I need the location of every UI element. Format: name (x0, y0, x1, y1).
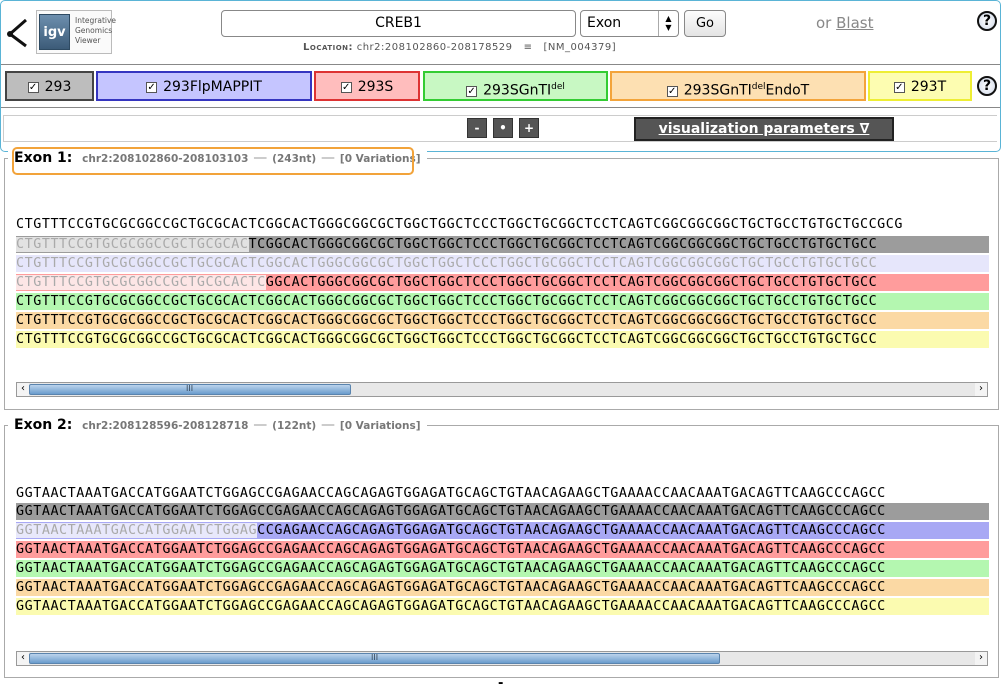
igv-logo-mark: igv (39, 14, 70, 50)
sample-label: 293T (910, 79, 947, 95)
covered-sequence: GGTAACTAAATGACCATGGAATCTGGAGCCGAGAACCAGC… (16, 599, 886, 614)
covered-sequence: CTGTTTCCGTGCGCGGCCGCTGCGCACTCGGCACTGGGCG… (16, 294, 878, 309)
sample-label: 293 (44, 79, 72, 95)
sample-label-suffix: EndoT (765, 82, 810, 99)
samples-help-icon[interactable]: ? (977, 76, 997, 96)
back-arrow-icon[interactable] (2, 16, 30, 50)
sample-label: 293S (357, 79, 394, 95)
covered-sequence: GGTAACTAAATGACCATGGAATCTGGAGCCGAGAACCAGC… (16, 561, 886, 576)
exon-2-reference-sequence: GGTAACTAAATGACCATGGAATCTGGAGCCGAGAACCAGC… (16, 486, 886, 501)
sample-toggle-5[interactable]: ✓ 293SGnTIdelEndoT (610, 71, 866, 101)
uncovered-sequence: CTGTTTCCGTGCGCGGCCGCTGCGCACTC (16, 275, 266, 290)
sample-sequence-row: GGTAACTAAATGACCATGGAATCTGGAGCCGAGAACCAGC… (16, 598, 989, 615)
divider-top (1, 64, 1000, 65)
logo-line-2: Genomics (75, 26, 113, 35)
covered-sequence: GGTAACTAAATGACCATGGAATCTGGAGCCGAGAACCAGC… (16, 504, 886, 519)
checkbox-checked-icon[interactable]: ✓ (466, 85, 478, 97)
grip-icon: III (371, 653, 379, 662)
scroll-right-icon[interactable]: › (975, 652, 987, 665)
sample-toggle-6[interactable]: ✓ 293T (868, 71, 972, 101)
covered-sequence: CTGTTTCCGTGCGCGGCCGCTGCGCACTCGGCACTGGGCG… (16, 332, 878, 347)
go-button[interactable]: Go (684, 10, 726, 37)
zoom-out-button[interactable]: - (467, 118, 487, 138)
covered-sequence: CTGTTTCCGTGCGCGGCCGCTGCGCACTCGGCACTGGGCG… (16, 313, 878, 328)
covered-sequence: CCGAGAACCAGCAGAGTGGAGATGCAGCTGTAACAGAAGC… (257, 523, 886, 538)
covered-sequence: GGTAACTAAATGACCATGGAATCTGGAGCCGAGAACCAGC… (16, 580, 886, 595)
location-line: Location: chr2:208102860-208178529 ≡ [NM… (303, 42, 616, 53)
checkbox-checked-icon[interactable]: ✓ (27, 82, 39, 93)
scroll-right-icon[interactable]: › (975, 383, 987, 396)
visualization-parameters-button[interactable]: visualization parameters ∇ (634, 117, 894, 141)
exon-2-label: Exon 2: (14, 417, 73, 433)
sample-label: 293SGnTI (483, 82, 552, 99)
scroll-left-icon[interactable]: ‹ (17, 652, 29, 665)
sample-sequence-row: CTGTTTCCGTGCGCGGCCGCTGCGCACTCGGCACTGGGCG… (16, 255, 989, 272)
exon-1-scrollbar[interactable]: ‹ III › (16, 382, 988, 397)
logo-line-3: Viewer (75, 36, 101, 45)
sample-sequence-row: CTGTTTCCGTGCGCGGCCGCTGCGCACTCGGCACTGGGCG… (16, 236, 989, 253)
sample-sequence-row: CTGTTTCCGTGCGCGGCCGCTGCGCACTCGGCACTGGGCG… (16, 331, 989, 348)
exon-2-coords: chr2:208128596-208128718 (82, 420, 249, 432)
or-text: or (816, 14, 832, 32)
exon-1-title-highlight (12, 147, 414, 175)
uncovered-sequence: CTGTTTCCGTGCGCGGCCGCTGCGCACTCGGCACTGGGCG… (16, 256, 878, 271)
uncovered-sequence: CTGTTTCCGTGCGCGGCCGCTGCGCAC (16, 237, 249, 252)
zoom-in-button[interactable]: + (519, 118, 539, 138)
sample-sequence-row: CTGTTTCCGTGCGCGGCCGCTGCGCACTCGGCACTGGGCG… (16, 312, 989, 329)
help-icon[interactable]: ? (977, 11, 997, 31)
location-separator: ≡ (523, 42, 533, 53)
sample-sequence-row: CTGTTTCCGTGCGCGGCCGCTGCGCACTCGGCACTGGGCG… (16, 293, 989, 310)
exon-2-scrollbar[interactable]: ‹ III › (16, 651, 988, 666)
location-value: chr2:208102860-208178529 (356, 42, 513, 53)
exon-1-reference-sequence: CTGTTTCCGTGCGCGGCCGCTGCGCACTCGGCACTGGGCG… (16, 217, 904, 232)
sample-label: 293FlpMAPPIT (163, 79, 262, 95)
exon-1-scroll-thumb[interactable]: III (29, 384, 351, 395)
checkbox-checked-icon[interactable]: ✓ (666, 85, 678, 97)
sample-toggle-3[interactable]: ✓ 293S (314, 71, 420, 101)
checkbox-checked-icon[interactable]: ✓ (893, 82, 905, 93)
sample-toggle-1[interactable]: ✓ 293 (5, 71, 94, 101)
sample-label-superscript: del (551, 82, 565, 92)
igv-logo[interactable]: igv Integrative Genomics Viewer (36, 10, 116, 54)
checkbox-checked-icon[interactable]: ✓ (146, 82, 158, 93)
scroll-left-icon[interactable]: ‹ (17, 383, 29, 396)
gene-search-input[interactable]: CREB1 (221, 10, 576, 37)
igv-logo-text: Integrative Genomics Viewer (75, 16, 116, 46)
covered-sequence: TCGGCACTGGGCGGCGCTGGCTGGCTCCCTGGCTGCGGCT… (248, 237, 878, 252)
sample-label-superscript: del (751, 82, 766, 92)
blast-area: or Blast (816, 14, 874, 32)
checkbox-checked-icon[interactable]: ✓ (340, 82, 352, 93)
sample-sequence-row: GGTAACTAAATGACCATGGAATCTGGAGCCGAGAACCAGC… (16, 522, 989, 539)
zoom-reset-button[interactable]: • (493, 118, 513, 138)
sample-label: 293SGnTI (683, 82, 752, 99)
sample-sequence-row: GGTAACTAAATGACCATGGAATCTGGAGCCGAGAACCAGC… (16, 503, 989, 520)
exon-2-title: Exon 2: chr2:208128596-208128718 — (122n… (8, 417, 427, 433)
exon-2-scroll-thumb[interactable]: III (29, 653, 720, 664)
sample-toggle-2[interactable]: ✓ 293FlpMAPPIT (96, 71, 312, 101)
feature-type-value: Exon (587, 15, 622, 31)
covered-sequence: GGCACTGGGCGGCGCTGGCTGGCTCCCTGGCTGCGGCTCC… (265, 275, 878, 290)
logo-line-1: Integrative (75, 16, 117, 25)
feature-type-select[interactable]: Exon ▲ ▼ (580, 10, 679, 37)
covered-sequence: GGTAACTAAATGACCATGGAATCTGGAGCCGAGAACCAGC… (16, 542, 886, 557)
exon-2-variations: [0 Variations] (339, 420, 421, 432)
sample-sequence-row: GGTAACTAAATGACCATGGAATCTGGAGCCGAGAACCAGC… (16, 579, 989, 596)
location-label: Location: (303, 42, 354, 53)
blast-link[interactable]: Blast (836, 14, 873, 32)
sample-sequence-row: CTGTTTCCGTGCGCGGCCGCTGCGCACTCGGCACTGGGCG… (16, 274, 989, 291)
divider-samples (1, 107, 1000, 108)
sample-sequence-row: GGTAACTAAATGACCATGGAATCTGGAGCCGAGAACCAGC… (16, 560, 989, 577)
refseq-id: [NM_004379] (543, 42, 617, 53)
select-arrows-icon: ▲ ▼ (658, 11, 678, 36)
sample-sequence-row: GGTAACTAAATGACCATGGAATCTGGAGCCGAGAACCAGC… (16, 541, 989, 558)
exon-2-length: (122nt) (272, 420, 317, 432)
grip-icon: III (186, 384, 194, 393)
uncovered-sequence: GGTAACTAAATGACCATGGAATCTGGAG (16, 523, 258, 538)
sample-toggle-4[interactable]: ✓ 293SGnTIdel (423, 71, 608, 101)
